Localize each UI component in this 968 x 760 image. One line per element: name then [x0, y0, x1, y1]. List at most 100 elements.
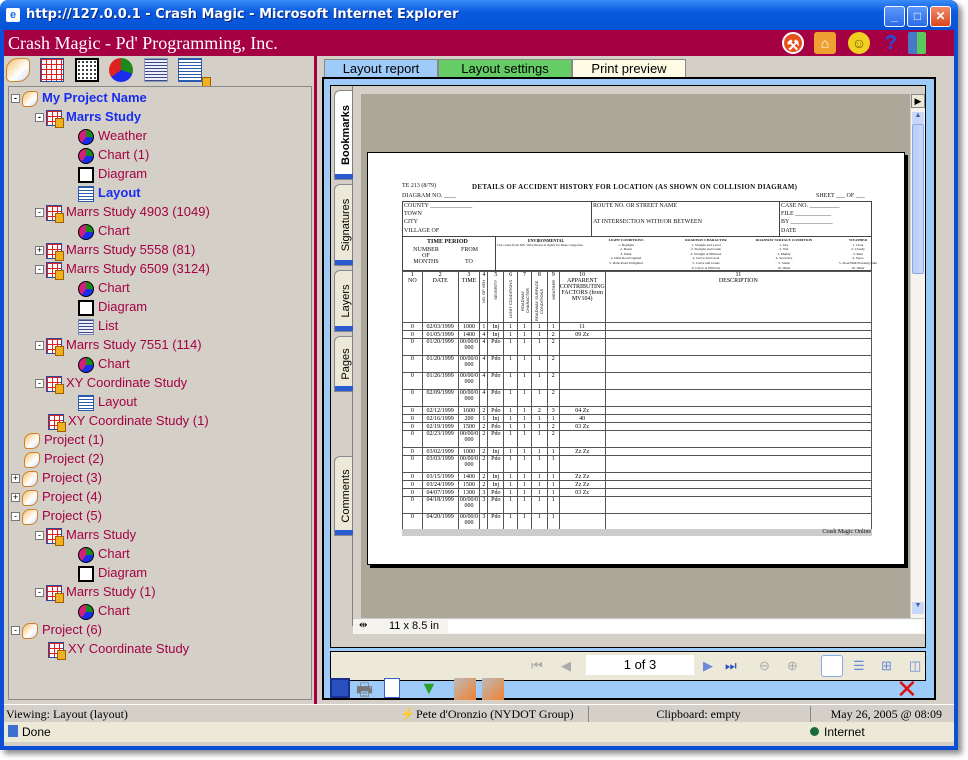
- save-icon[interactable]: [330, 678, 350, 698]
- close-window-button[interactable]: ✕: [930, 6, 951, 27]
- collapse-icon[interactable]: -: [35, 341, 44, 351]
- study-icon: [48, 413, 66, 432]
- tree-node[interactable]: Chart (1): [78, 145, 149, 164]
- page-indicator[interactable]: 1 of 3: [586, 655, 694, 675]
- tree-node[interactable]: Diagram: [78, 563, 147, 582]
- tree-node[interactable]: + Marrs Study 5558 (81): [35, 240, 195, 261]
- collapse-icon[interactable]: -: [11, 94, 20, 104]
- tree-node[interactable]: - XY Coordinate Study: [35, 373, 187, 394]
- import-icon[interactable]: [482, 678, 504, 700]
- tree-node[interactable]: - My Project Name: [11, 88, 147, 107]
- expand-icon[interactable]: +: [11, 474, 20, 484]
- tree-node[interactable]: Layout: [78, 183, 141, 202]
- facing-view-icon[interactable]: ◫: [909, 658, 921, 674]
- tree-node[interactable]: XY Coordinate Study: [48, 639, 189, 660]
- chart-icon[interactable]: [109, 58, 134, 82]
- side-tab-pages[interactable]: Pages: [334, 336, 353, 392]
- continuous-view-icon[interactable]: ☰: [853, 658, 865, 674]
- diagram-no: DIAGRAM NO. ____: [402, 193, 456, 199]
- back-icon[interactable]: ⊖: [759, 658, 770, 674]
- tree-node[interactable]: Chart: [78, 278, 130, 297]
- tree-node[interactable]: Chart: [78, 601, 130, 620]
- tree-node[interactable]: - Marrs Study 7551 (114): [35, 335, 202, 356]
- next-page-icon[interactable]: ▶: [703, 658, 713, 674]
- expand-icon[interactable]: +: [35, 246, 44, 256]
- collapse-icon[interactable]: -: [35, 113, 44, 123]
- help-icon[interactable]: ?: [880, 32, 902, 54]
- tree-node[interactable]: - Marrs Study 4903 (1049): [35, 202, 210, 223]
- page-nav-arrow-icon[interactable]: ▶: [911, 94, 925, 108]
- previous-page-icon[interactable]: ◀: [561, 658, 571, 674]
- exit-door-icon[interactable]: [908, 32, 926, 54]
- tree-node[interactable]: Layout: [78, 392, 137, 411]
- export-icon[interactable]: [454, 678, 476, 700]
- forward-icon[interactable]: ⊕: [787, 658, 798, 674]
- filter-icon[interactable]: ▼: [420, 678, 438, 699]
- tree-node[interactable]: Project (1): [24, 430, 104, 449]
- tree-node[interactable]: - Marrs Study: [35, 107, 141, 128]
- collapse-icon[interactable]: -: [35, 588, 44, 598]
- collapse-icon[interactable]: -: [35, 208, 44, 218]
- side-tab-bookmarks[interactable]: Bookmarks: [334, 90, 353, 180]
- tree-node[interactable]: - Marrs Study 6509 (3124): [35, 259, 210, 280]
- tree-node[interactable]: Chart: [78, 221, 130, 240]
- expand-icon[interactable]: +: [11, 493, 20, 503]
- home-icon[interactable]: ⌂: [814, 32, 836, 54]
- vertical-scrollbar[interactable]: ▶ ▲ ▼: [911, 94, 925, 618]
- tree-node[interactable]: - Project (6): [11, 620, 102, 639]
- list-icon[interactable]: [143, 58, 168, 82]
- scroll-up-button[interactable]: ▲: [912, 112, 924, 124]
- maximize-button[interactable]: □: [907, 6, 928, 27]
- tab-print-preview[interactable]: Print preview: [572, 59, 686, 77]
- table-row: 0 03/15/1999 1400 2 Inj 1 1 1 1 Zz Zz: [402, 472, 873, 481]
- table-cell: 3: [546, 406, 560, 415]
- tab-layout-settings[interactable]: Layout settings: [438, 59, 572, 77]
- tree-node[interactable]: List: [78, 316, 118, 335]
- last-page-icon[interactable]: ⏭: [725, 658, 737, 674]
- tree-node[interactable]: + Project (4): [11, 487, 102, 506]
- study-icon[interactable]: [40, 58, 65, 82]
- town-field: TOWN: [404, 211, 422, 217]
- first-page-icon[interactable]: ⏮: [531, 658, 543, 674]
- collapse-icon[interactable]: -: [35, 379, 44, 389]
- multi-page-view-icon[interactable]: ⊞: [881, 658, 892, 674]
- collapse-icon[interactable]: -: [35, 265, 44, 275]
- chart-icon: [78, 356, 94, 373]
- side-tab-layers[interactable]: Layers: [334, 270, 353, 332]
- tree-node[interactable]: - Marrs Study: [35, 525, 136, 546]
- side-tab-comments[interactable]: Comments: [334, 456, 353, 536]
- project-icon[interactable]: [6, 58, 30, 82]
- tree-node[interactable]: Chart: [78, 544, 130, 563]
- layout-icon[interactable]: [178, 58, 203, 82]
- scroll-thumb[interactable]: [912, 124, 924, 274]
- tree-node[interactable]: Chart: [78, 354, 130, 373]
- diagram-icon[interactable]: [74, 58, 99, 82]
- tree-node[interactable]: Diagram: [78, 164, 147, 183]
- table-row: 0 03/24/1999 1500 2 Inj 1 1 1 1 Zz Zz: [402, 480, 873, 489]
- tree-node[interactable]: + Project (3): [11, 468, 102, 487]
- horizontal-scrollbar[interactable]: [448, 620, 922, 633]
- tree-node[interactable]: XY Coordinate Study (1): [48, 411, 209, 432]
- scroll-down-button[interactable]: ▼: [912, 602, 924, 614]
- table-cell: 2: [546, 372, 560, 390]
- copy-icon[interactable]: [384, 678, 400, 698]
- single-page-view-icon[interactable]: [821, 655, 843, 677]
- split-handle-icon[interactable]: ⇹: [359, 620, 367, 631]
- tree-node[interactable]: - Marrs Study (1): [35, 582, 156, 603]
- tab-layout-report[interactable]: Layout report: [324, 59, 438, 77]
- collapse-icon[interactable]: -: [35, 531, 44, 541]
- table-cell: [604, 480, 873, 489]
- close-preview-icon[interactable]: ✕: [896, 674, 918, 705]
- tree-node[interactable]: Diagram: [78, 297, 147, 316]
- table-cell: 1: [517, 480, 532, 489]
- tree-node[interactable]: Weather: [78, 126, 147, 145]
- collapse-icon[interactable]: -: [11, 626, 20, 636]
- tree-node[interactable]: Project (2): [24, 449, 104, 468]
- minimize-button[interactable]: _: [884, 6, 905, 27]
- smiley-icon[interactable]: ☺: [848, 32, 870, 54]
- collapse-icon[interactable]: -: [11, 512, 20, 522]
- tree-node[interactable]: - Project (5): [11, 506, 102, 525]
- side-tab-signatures[interactable]: Signatures: [334, 184, 353, 266]
- ie-status-bar: Done Internet: [4, 722, 954, 742]
- tools-icon[interactable]: ⚒: [782, 32, 804, 54]
